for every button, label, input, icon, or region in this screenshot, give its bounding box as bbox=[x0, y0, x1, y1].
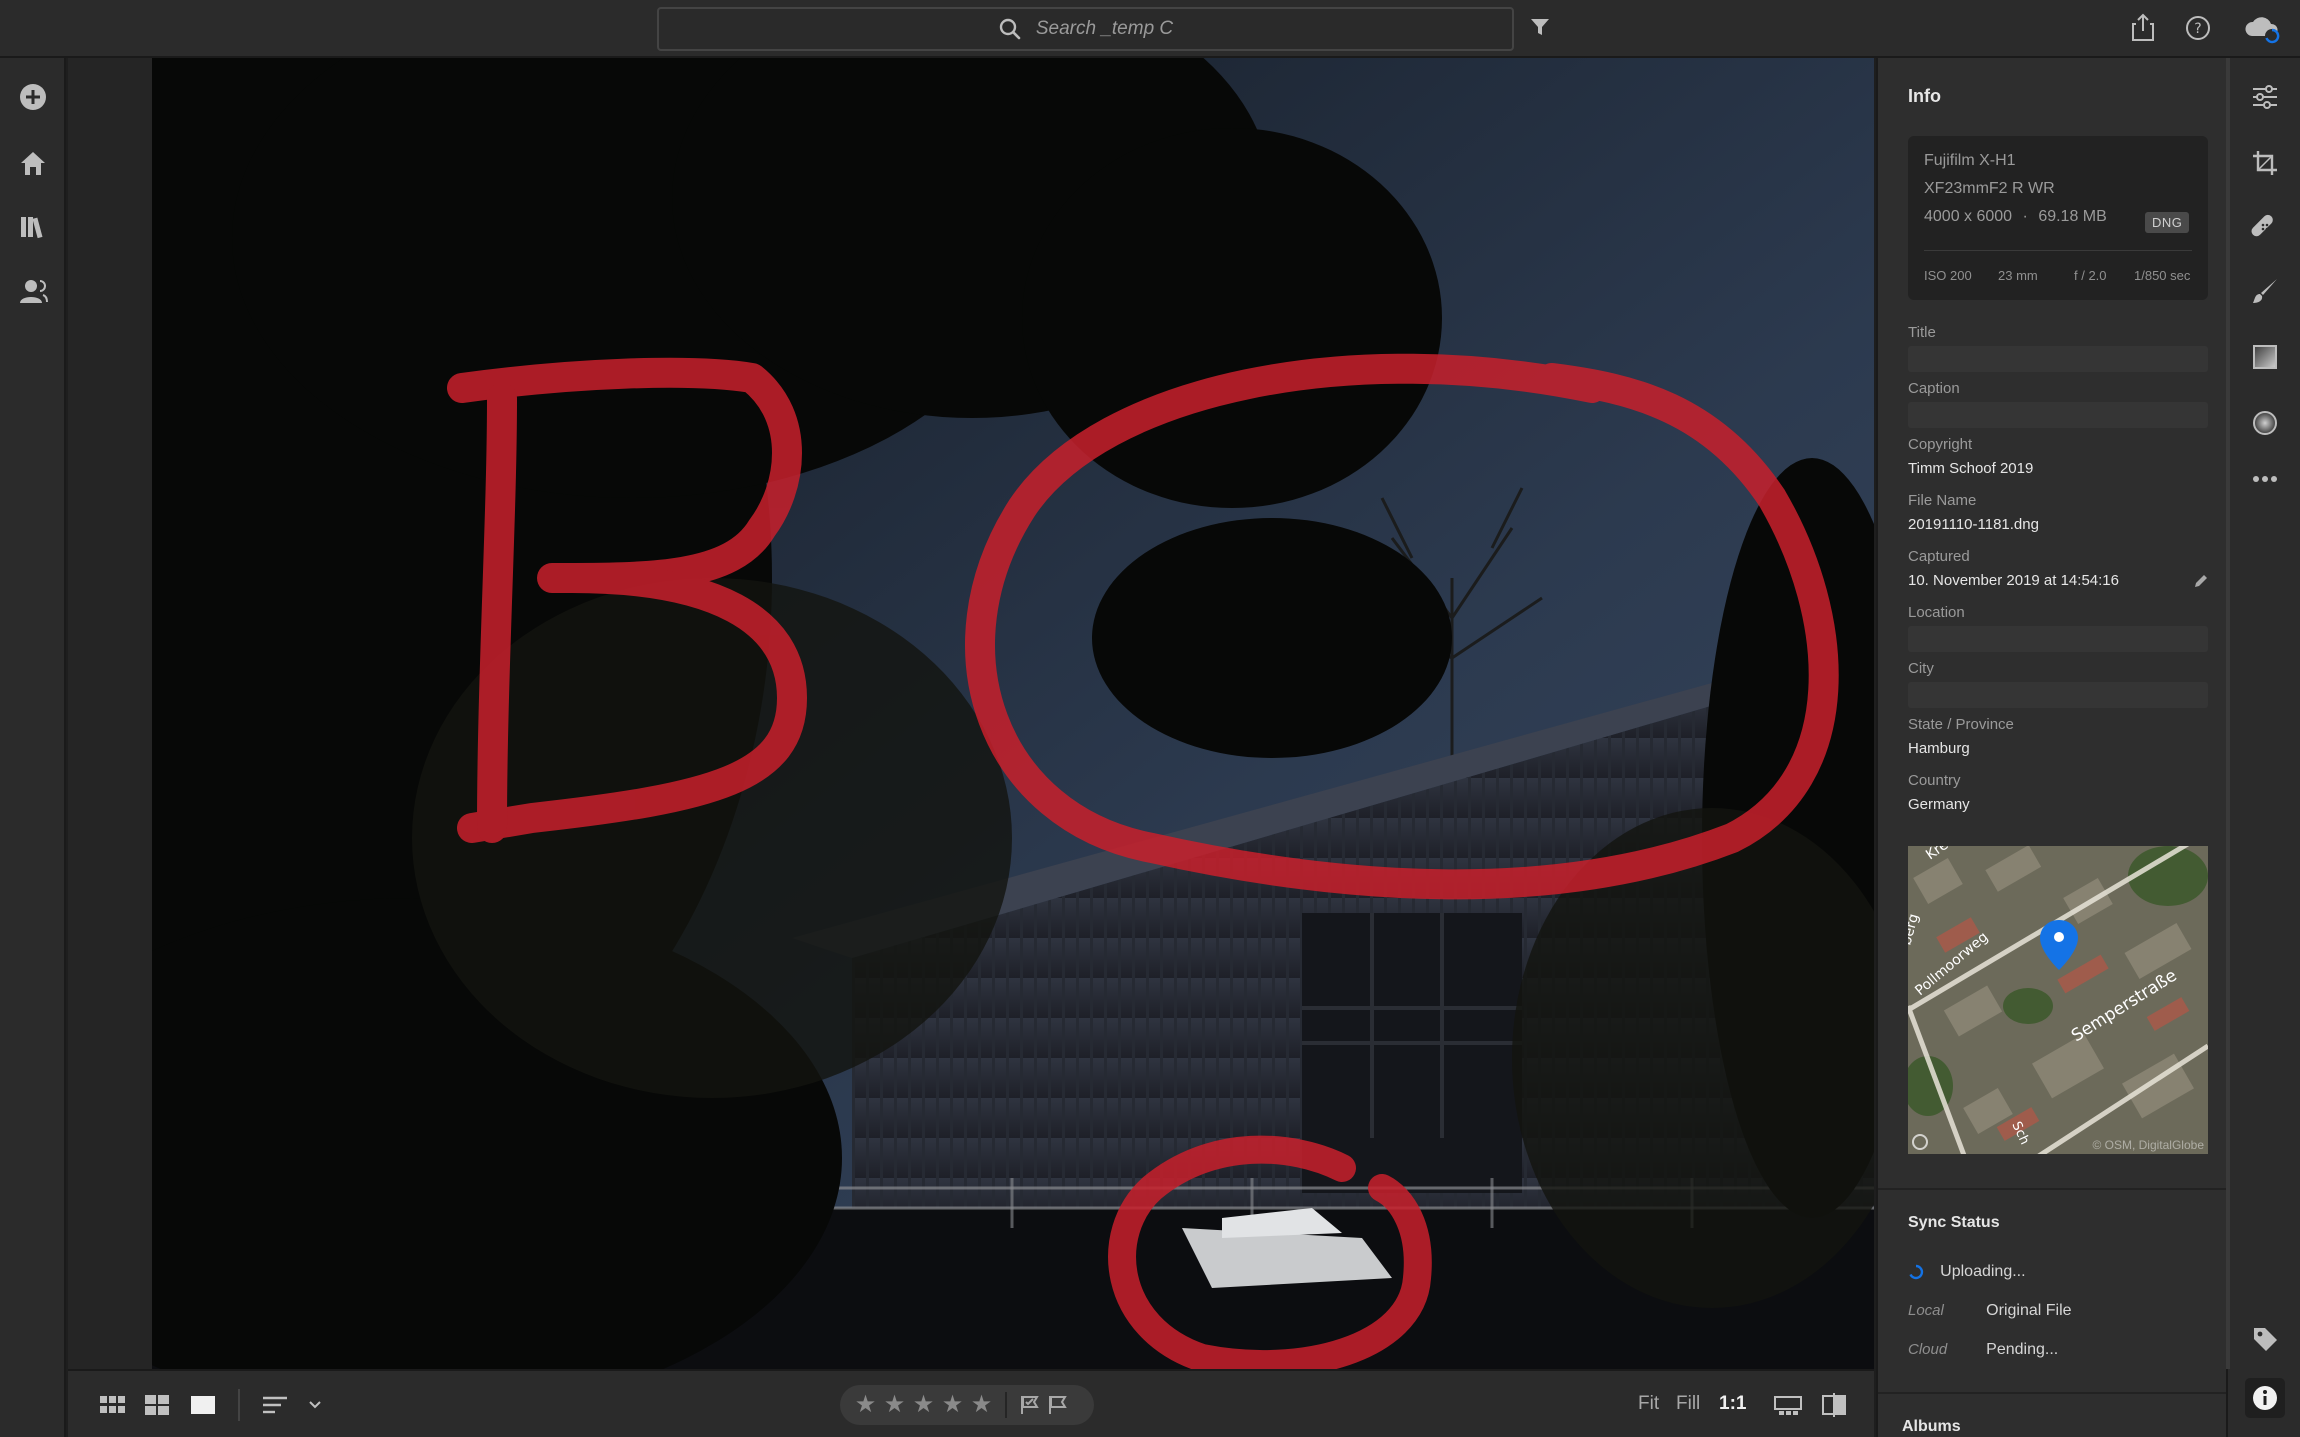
copyright-label: Copyright bbox=[1908, 436, 1973, 453]
compare-view-icon[interactable] bbox=[1770, 1371, 1806, 1437]
city-field[interactable] bbox=[1908, 682, 2208, 708]
title-label: Title bbox=[1908, 324, 1936, 341]
more-options-icon[interactable] bbox=[2248, 462, 2282, 496]
focal-length-value: 23 mm bbox=[1998, 268, 2038, 283]
filename-value: 20191110-1181.dng bbox=[1908, 516, 2039, 533]
card-divider bbox=[1924, 250, 2192, 251]
cloud-sync-icon[interactable] bbox=[2242, 12, 2282, 46]
bottom-toolbar: ★ ★ ★ ★ ★ Fit Fill 1:1 bbox=[68, 1369, 1874, 1437]
zoom-1to1-button[interactable]: 1:1 bbox=[1719, 1393, 1746, 1415]
grid-view-small-icon[interactable] bbox=[96, 1371, 130, 1437]
title-field[interactable] bbox=[1908, 346, 2208, 372]
info-icon[interactable] bbox=[2245, 1378, 2285, 1418]
toolbar-divider bbox=[238, 1389, 240, 1421]
share-icon[interactable] bbox=[2128, 12, 2158, 44]
rating-star-4[interactable]: ★ bbox=[941, 1393, 964, 1417]
rating-star-3[interactable]: ★ bbox=[912, 1393, 935, 1417]
left-rail bbox=[0, 58, 66, 1437]
rating-flag-control: ★ ★ ★ ★ ★ bbox=[840, 1385, 1094, 1425]
panel-divider bbox=[1878, 1392, 2226, 1394]
rating-star-1[interactable]: ★ bbox=[854, 1393, 877, 1417]
file-size-value: 69.18 MB bbox=[2038, 208, 2107, 225]
grid-view-large-icon[interactable] bbox=[140, 1371, 174, 1437]
sync-cloud-value: Pending... bbox=[1986, 1341, 2059, 1358]
city-label: City bbox=[1908, 660, 1934, 677]
edit-capture-time-icon[interactable] bbox=[2192, 572, 2210, 590]
lens-model: XF23mmF2 R WR bbox=[1924, 180, 2055, 197]
search-icon bbox=[999, 18, 1021, 40]
filename-label: File Name bbox=[1908, 492, 1977, 509]
search-placeholder: Search _temp C bbox=[1035, 18, 1174, 39]
crop-icon[interactable] bbox=[2248, 146, 2282, 180]
location-field[interactable] bbox=[1908, 626, 2208, 652]
search-field[interactable]: Search _temp C bbox=[657, 7, 1514, 51]
rating-star-2[interactable]: ★ bbox=[883, 1393, 906, 1417]
state-field[interactable]: Hamburg bbox=[1908, 740, 1970, 757]
sync-local-label: Local bbox=[1908, 1302, 1944, 1319]
library-icon[interactable] bbox=[16, 210, 50, 244]
add-photos-icon[interactable] bbox=[16, 80, 50, 114]
photo-image bbox=[152, 58, 1874, 1369]
camera-model: Fujifilm X-H1 bbox=[1924, 152, 2016, 169]
location-map[interactable]: Semperstraße Pollmoorweg Kre berg Sch © … bbox=[1908, 846, 2208, 1154]
sync-local-value: Original File bbox=[1986, 1302, 2072, 1319]
copyright-field[interactable]: Timm Schoof 2019 bbox=[1908, 460, 2033, 477]
caption-field[interactable] bbox=[1908, 402, 2208, 428]
sync-local-row: Local Original File bbox=[1908, 1302, 2072, 1320]
albums-title[interactable]: Albums bbox=[1902, 1418, 1961, 1436]
format-badge: DNG bbox=[2145, 212, 2190, 233]
healing-brush-icon[interactable] bbox=[2248, 210, 2282, 244]
right-tool-rail bbox=[2226, 58, 2300, 1437]
sync-status-text: Uploading... bbox=[1940, 1263, 2026, 1280]
before-after-icon[interactable] bbox=[1816, 1371, 1852, 1437]
image-dimensions: 4000 x 6000 · 69.18 MB bbox=[1924, 208, 2107, 225]
shutter-value: 1/850 sec bbox=[2134, 268, 2191, 283]
country-label: Country bbox=[1908, 772, 1961, 789]
reject-flag-icon[interactable] bbox=[1047, 1394, 1069, 1416]
sync-status-title: Sync Status bbox=[1908, 1214, 2000, 1231]
location-label: Location bbox=[1908, 604, 1965, 621]
map-credit: © OSM, DigitalGlobe bbox=[2092, 1138, 2204, 1152]
map-image: Semperstraße Pollmoorweg Kre berg Sch bbox=[1908, 846, 2208, 1154]
people-icon[interactable] bbox=[16, 274, 50, 308]
main-photo[interactable] bbox=[152, 58, 1874, 1369]
caption-label: Caption bbox=[1908, 380, 1960, 397]
home-icon[interactable] bbox=[16, 146, 50, 180]
zoom-fit-button[interactable]: Fit bbox=[1638, 1393, 1659, 1415]
camera-info-card: Fujifilm X-H1 XF23mmF2 R WR 4000 x 6000 … bbox=[1908, 136, 2208, 300]
dimensions-value: 4000 x 6000 bbox=[1924, 208, 2013, 225]
linear-gradient-icon[interactable] bbox=[2248, 340, 2282, 374]
svg-text:?: ? bbox=[2194, 21, 2201, 37]
edit-sliders-icon[interactable] bbox=[2248, 80, 2282, 114]
detail-view-icon[interactable] bbox=[186, 1371, 220, 1437]
panel-scrollbar[interactable] bbox=[2226, 58, 2230, 1369]
captured-value: 10. November 2019 at 14:54:16 bbox=[1908, 572, 2119, 589]
radial-gradient-icon[interactable] bbox=[2248, 406, 2282, 440]
iso-value: ISO 200 bbox=[1924, 268, 1972, 283]
sync-cloud-row: Cloud Pending... bbox=[1908, 1341, 2058, 1359]
aperture-value: f / 2.0 bbox=[2074, 268, 2107, 283]
rating-divider bbox=[1005, 1392, 1007, 1418]
brush-icon[interactable] bbox=[2248, 274, 2282, 308]
help-icon[interactable]: ? bbox=[2183, 12, 2213, 44]
rating-star-5[interactable]: ★ bbox=[970, 1393, 993, 1417]
uploading-spinner-icon bbox=[1909, 1264, 1924, 1280]
pick-flag-icon[interactable] bbox=[1019, 1394, 1041, 1416]
zoom-fill-button[interactable]: Fill bbox=[1676, 1393, 1700, 1415]
country-field[interactable]: Germany bbox=[1908, 796, 1970, 813]
info-panel: Info Fujifilm X-H1 XF23mmF2 R WR 4000 x … bbox=[1876, 58, 2226, 1437]
sort-icon[interactable] bbox=[258, 1371, 292, 1437]
top-bar: Search _temp C ? bbox=[0, 0, 2300, 58]
keywords-tag-icon[interactable] bbox=[2248, 1322, 2282, 1356]
sort-dropdown-chevron-icon[interactable] bbox=[304, 1371, 326, 1437]
filter-icon[interactable] bbox=[1529, 16, 1551, 38]
sync-status-row: Uploading... bbox=[1908, 1263, 2026, 1281]
captured-label: Captured bbox=[1908, 548, 1970, 565]
panel-title: Info bbox=[1908, 86, 1941, 106]
state-label: State / Province bbox=[1908, 716, 2014, 733]
panel-divider bbox=[1878, 1188, 2226, 1190]
sync-cloud-label: Cloud bbox=[1908, 1341, 1948, 1358]
